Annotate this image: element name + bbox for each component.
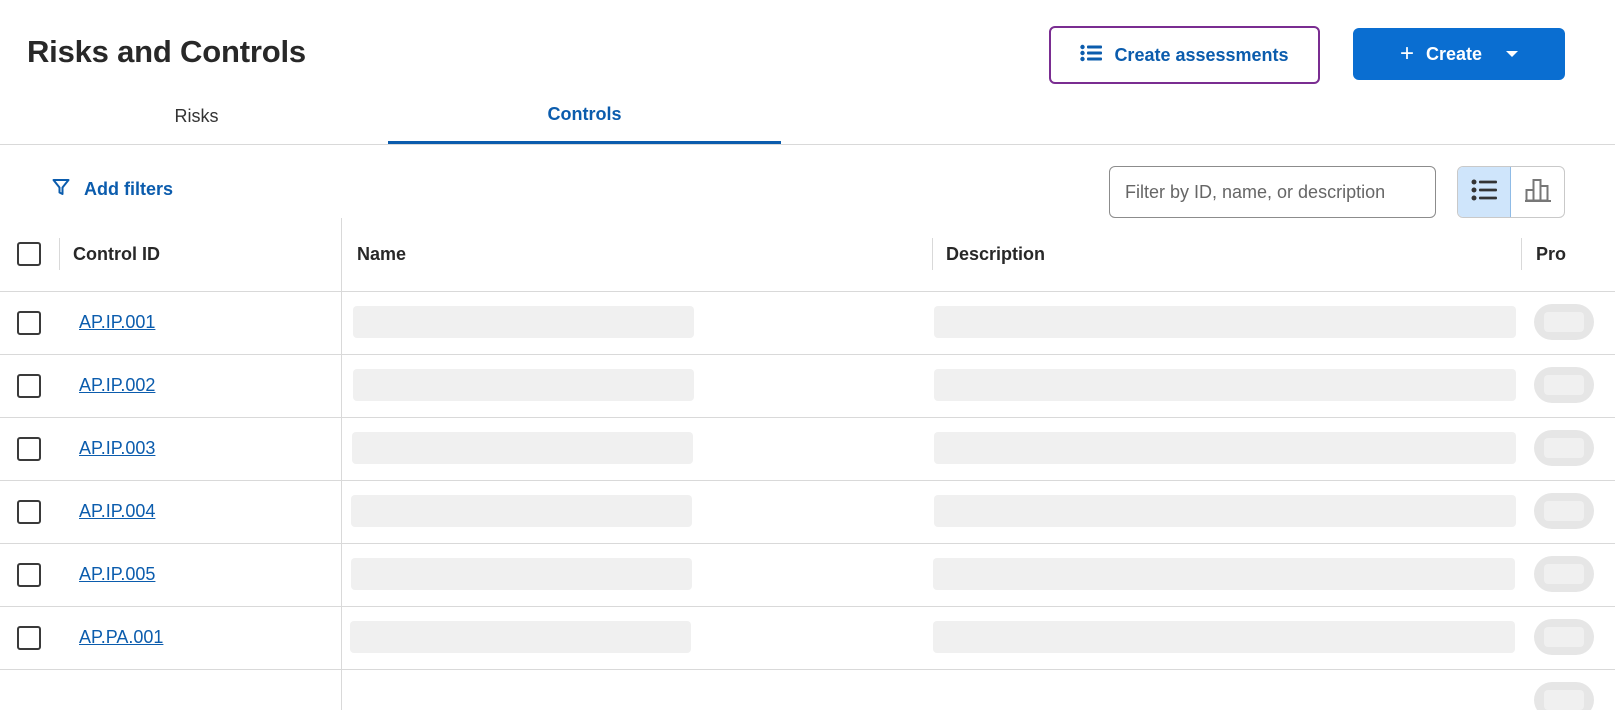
column-header-description[interactable]: Description xyxy=(946,218,1045,291)
filter-icon xyxy=(52,178,70,201)
column-header-control-id[interactable]: Control ID xyxy=(73,218,160,291)
control-id-link[interactable]: AP.IP.001 xyxy=(79,312,155,333)
view-toggle xyxy=(1457,166,1565,218)
pro-placeholder xyxy=(1534,304,1594,340)
control-id-link[interactable]: AP.PA.001 xyxy=(79,627,163,648)
pro-placeholder xyxy=(1534,556,1594,592)
table-row: AP.IP.002 xyxy=(0,355,1615,418)
list-icon xyxy=(1080,44,1103,67)
create-assessments-button[interactable]: Create assessments xyxy=(1049,26,1320,84)
name-placeholder xyxy=(352,432,693,464)
name-placeholder xyxy=(351,495,692,527)
pro-placeholder xyxy=(1534,682,1594,710)
row-checkbox[interactable] xyxy=(17,437,41,461)
page-title: Risks and Controls xyxy=(27,34,306,69)
create-button[interactable]: + Create xyxy=(1353,28,1565,80)
column-header-name[interactable]: Name xyxy=(357,218,406,291)
pro-placeholder xyxy=(1534,619,1594,655)
description-placeholder xyxy=(934,306,1516,338)
chevron-down-icon xyxy=(1506,51,1519,57)
control-id-link[interactable]: AP.IP.002 xyxy=(79,375,155,396)
header-separator xyxy=(1521,238,1522,270)
name-placeholder xyxy=(353,306,694,338)
table-row: AP.IP.003 xyxy=(0,418,1615,481)
row-checkbox[interactable] xyxy=(17,311,41,335)
row-checkbox[interactable] xyxy=(17,563,41,587)
tab-bar: Risks Controls xyxy=(0,88,1615,145)
pro-placeholder xyxy=(1534,367,1594,403)
name-placeholder xyxy=(353,369,694,401)
row-checkbox[interactable] xyxy=(17,500,41,524)
table-row: AP.PA.001 xyxy=(0,607,1615,670)
header-separator xyxy=(59,238,60,270)
list-icon xyxy=(1471,179,1497,206)
add-filters-label: Add filters xyxy=(84,179,174,199)
select-all-checkbox[interactable] xyxy=(17,242,41,266)
name-placeholder xyxy=(350,621,691,653)
table-row xyxy=(0,670,1615,710)
search-input[interactable] xyxy=(1109,166,1436,218)
description-placeholder xyxy=(933,558,1515,590)
chart-view-button[interactable] xyxy=(1511,167,1564,217)
add-filters-button[interactable]: Add filters xyxy=(52,178,173,201)
list-view-button[interactable] xyxy=(1458,167,1512,217)
description-placeholder xyxy=(934,369,1516,401)
table-row: AP.IP.001 xyxy=(0,292,1615,355)
tab-risks[interactable]: Risks xyxy=(0,88,393,144)
pro-placeholder xyxy=(1534,430,1594,466)
pro-placeholder xyxy=(1534,493,1594,529)
control-id-link[interactable]: AP.IP.003 xyxy=(79,438,155,459)
plus-icon: + xyxy=(1399,40,1414,67)
description-placeholder xyxy=(934,495,1516,527)
chart-icon xyxy=(1524,178,1551,207)
create-assessments-label: Create assessments xyxy=(1114,44,1289,65)
description-placeholder xyxy=(933,621,1515,653)
control-id-link[interactable]: AP.IP.005 xyxy=(79,564,155,585)
table-header: Control ID Name Description Pro xyxy=(0,218,1615,292)
header-separator xyxy=(932,238,933,270)
column-header-pro[interactable]: Pro xyxy=(1536,218,1566,291)
description-placeholder xyxy=(934,432,1516,464)
row-checkbox[interactable] xyxy=(17,374,41,398)
name-placeholder xyxy=(351,558,692,590)
row-checkbox[interactable] xyxy=(17,626,41,650)
table-row: AP.IP.005 xyxy=(0,544,1615,607)
tab-controls[interactable]: Controls xyxy=(388,88,781,144)
control-id-link[interactable]: AP.IP.004 xyxy=(79,501,155,522)
table-row: AP.IP.004 xyxy=(0,481,1615,544)
create-label: Create xyxy=(1425,43,1483,64)
